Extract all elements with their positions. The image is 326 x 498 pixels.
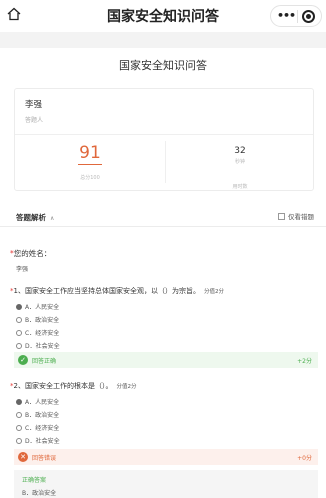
option-label: C．经济安全 — [25, 330, 60, 337]
option-label: A．人民安全 — [25, 304, 60, 311]
radio-icon[interactable] — [16, 438, 22, 444]
name-answer: 李强 — [16, 266, 29, 273]
option-label: D．社会安全 — [25, 438, 60, 445]
result-summary-card: 李强 答题人 91 总分100 32 秒钟 用时数 — [14, 88, 314, 191]
respondent-role: 答题人 — [25, 117, 44, 124]
question-1-points: 分值2分 — [203, 289, 224, 295]
question-2-option-d[interactable]: D．社会安全 — [16, 436, 60, 445]
header-divider-strip — [0, 32, 326, 48]
radio-selected-icon[interactable] — [16, 304, 22, 310]
question-1-option-a[interactable]: A．人民安全 — [16, 302, 59, 311]
radio-selected-icon[interactable] — [16, 399, 22, 405]
result-label: 回答错误 — [32, 455, 57, 462]
radio-icon[interactable] — [16, 412, 22, 418]
question-1-text: 1、国家安全工作应当坚持总体国家安全观，以（）为宗旨。 — [13, 287, 200, 295]
score-caption: 总分100 — [80, 175, 100, 181]
score-stat: 91 总分100 — [15, 144, 165, 181]
chevron-up-icon[interactable]: ∧ — [50, 215, 54, 222]
result-label: 回答正确 — [32, 358, 57, 365]
capsule-divider — [297, 10, 298, 23]
question-1: *1、国家安全工作应当坚持总体国家安全观，以（）为宗旨。 分值2分 — [10, 286, 224, 296]
question-1-option-d[interactable]: D．社会安全 — [16, 341, 60, 350]
option-label: B．政治安全 — [25, 412, 60, 419]
analysis-header[interactable]: 答题解析 ∧ — [16, 212, 54, 223]
option-label: D．社会安全 — [25, 343, 60, 350]
time-unit: 秒钟 — [234, 159, 245, 165]
quiz-title: 国家安全知识问答 — [119, 59, 207, 72]
question-2: *2、国家安全工作的根本是（）。 分值2分 — [10, 381, 136, 391]
correct-answer-label: 正确答案 — [22, 477, 47, 484]
question-1-option-c[interactable]: C．经济安全 — [16, 328, 59, 337]
question-1-result: ✓ 回答正确 +2分 — [14, 352, 318, 368]
result-points: +0分 — [297, 455, 312, 462]
question-1-option-b[interactable]: B．政治安全 — [16, 315, 59, 324]
question-2-text: 2、国家安全工作的根本是（）。 — [13, 382, 113, 390]
cross-circle-icon: ✕ — [18, 452, 28, 462]
time-caption: 用时数 — [232, 184, 248, 190]
top-nav-bar: 国家安全知识问答 ••• — [0, 0, 326, 32]
result-points: +2分 — [297, 358, 312, 365]
question-2-result: ✕ 回答错误 +0分 — [14, 449, 318, 465]
radio-icon[interactable] — [16, 425, 22, 431]
correct-answer-box: 正确答案 B．政治安全 — [14, 470, 318, 498]
analysis-title: 答题解析 — [16, 213, 46, 222]
radio-icon[interactable] — [16, 330, 22, 336]
time-stat: 32 秒钟 用时数 — [165, 144, 315, 190]
question-2-points: 分值2分 — [116, 384, 137, 390]
check-circle-icon: ✓ — [18, 355, 28, 365]
question-2-option-c[interactable]: C．经济安全 — [16, 423, 59, 432]
wrong-only-label: 仅看错题 — [288, 213, 314, 221]
time-value: 32 — [234, 146, 246, 156]
option-label: B．政治安全 — [25, 317, 60, 324]
more-dots-icon[interactable]: ••• — [277, 9, 296, 22]
score-underline — [78, 164, 102, 165]
section-divider — [0, 226, 326, 227]
wrong-only-toggle[interactable]: 仅看错题 — [278, 211, 314, 221]
question-2-option-b[interactable]: B．政治安全 — [16, 410, 59, 419]
checkbox-icon[interactable] — [278, 213, 285, 220]
respondent-name: 李强 — [25, 100, 43, 110]
name-question: *您的姓名： — [10, 248, 51, 259]
correct-answer-value: B．政治安全 — [22, 490, 57, 497]
target-circle-icon[interactable] — [302, 10, 315, 23]
name-question-label: 您的姓名： — [13, 249, 52, 258]
radio-icon[interactable] — [16, 343, 22, 349]
score-value: 91 — [79, 143, 101, 163]
radio-icon[interactable] — [16, 317, 22, 323]
mini-program-capsule: ••• — [270, 5, 322, 27]
option-label: C．经济安全 — [25, 425, 60, 432]
question-2-option-a[interactable]: A．人民安全 — [16, 397, 59, 406]
option-label: A．人民安全 — [25, 399, 60, 406]
card-divider — [15, 134, 313, 135]
